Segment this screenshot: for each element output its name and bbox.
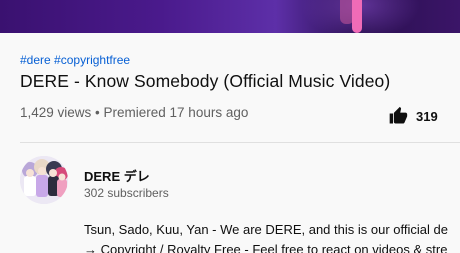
video-view-count-and-date: 1,429 views • Premiered 17 hours ago xyxy=(20,105,249,120)
description-line: Tsun, Sado, Kuu, Yan - We are DERE, and … xyxy=(84,222,448,237)
section-divider xyxy=(20,142,460,143)
channel-avatar[interactable] xyxy=(20,156,68,204)
subscriber-count: 302 subscribers xyxy=(84,186,169,200)
channel-avatar-image xyxy=(20,156,68,204)
video-title: DERE - Know Somebody (Official Music Vid… xyxy=(20,71,391,91)
like-button[interactable]: 319 xyxy=(388,106,438,126)
description-line: → Copyright / Royalty Free - Feel free t… xyxy=(84,242,448,253)
hashtag-copyrightfree[interactable]: #copyrightfree xyxy=(54,53,130,67)
hashtag-dere[interactable]: #dere xyxy=(20,53,51,67)
like-count: 319 xyxy=(416,108,438,124)
video-player-bottom[interactable] xyxy=(0,0,460,33)
video-frame-figure-highlight xyxy=(352,0,362,33)
channel-name[interactable]: DERE デレ xyxy=(84,166,150,185)
thumb-up-icon xyxy=(389,106,408,124)
hashtag-list: #dere #copyrightfree xyxy=(20,53,130,67)
